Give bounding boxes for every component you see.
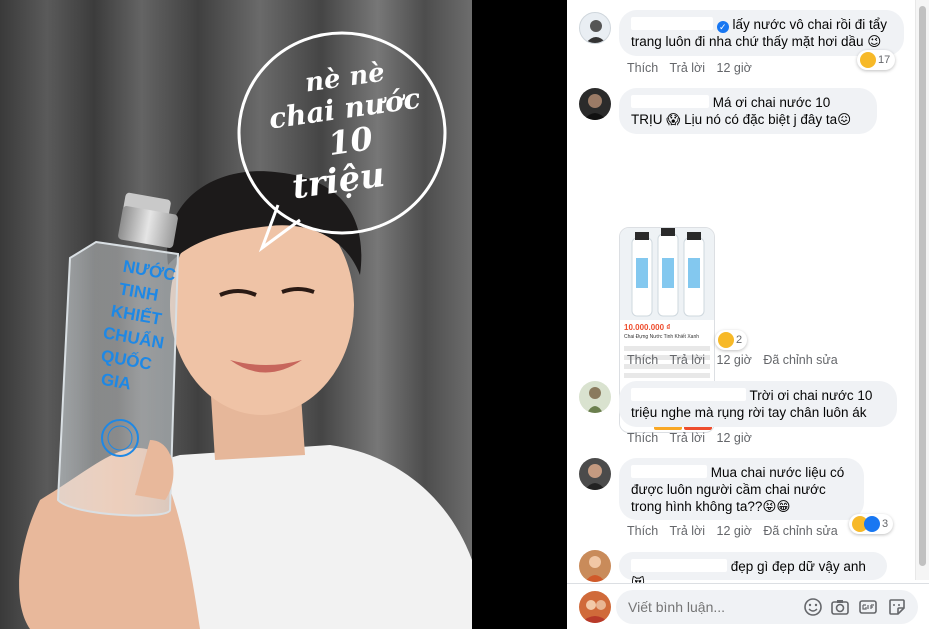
redacted-name bbox=[631, 388, 746, 401]
comment-item: Trời ơi chai nước 10 triệu nghe mà rụng … bbox=[567, 381, 912, 451]
scrollbar-thumb[interactable] bbox=[919, 6, 926, 566]
avatar[interactable] bbox=[579, 12, 611, 44]
comment-bubble: Trời ơi chai nước 10 triệu nghe mà rụng … bbox=[619, 381, 897, 427]
comment-time[interactable]: 12 giờ bbox=[717, 353, 752, 367]
reaction-number: 17 bbox=[878, 54, 891, 66]
comment-actions: Thích Trả lời 12 giờ bbox=[627, 431, 760, 445]
post-photo[interactable]: NƯỚC TINH KHIẾT CHUẨN QUỐC GIA nè nè cha… bbox=[0, 0, 472, 629]
comment-actions: Thích Trả lời 12 giờ Đã chỉnh sửa bbox=[627, 524, 846, 538]
avatar[interactable] bbox=[579, 88, 611, 120]
reaction-number: 2 bbox=[736, 334, 743, 346]
sticker-icon[interactable] bbox=[887, 597, 907, 617]
comment-item: ✓ lấy nước vô chai rồi đi tẩy trang luôn… bbox=[567, 10, 912, 80]
comment-item: Mua chai nước liệu có được luôn người cầ… bbox=[567, 458, 912, 542]
like-link[interactable]: Thích bbox=[627, 61, 658, 75]
haha-icon bbox=[860, 52, 876, 68]
verified-badge-icon: ✓ bbox=[716, 21, 729, 33]
gif-icon[interactable] bbox=[858, 597, 878, 617]
photo-viewer: NƯỚC TINH KHIẾT CHUẨN QUỐC GIA nè nè cha… bbox=[0, 0, 567, 629]
edited-label[interactable]: Đã chỉnh sửa bbox=[763, 524, 837, 538]
comment-bubble: Mua chai nước liệu có được luôn người cầ… bbox=[619, 458, 864, 520]
comment-bubble: đẹp gì đẹp dữ vậy anh 😻 bbox=[619, 552, 887, 591]
avatar[interactable] bbox=[579, 458, 611, 490]
like-link[interactable]: Thích bbox=[627, 431, 658, 445]
avatar[interactable] bbox=[579, 550, 611, 582]
comments-panel: ✓ lấy nước vô chai rồi đi tẩy trang luôn… bbox=[567, 0, 929, 629]
redacted-name bbox=[631, 17, 713, 30]
comment-actions: Thích Trả lời 12 giờ bbox=[627, 61, 760, 75]
like-icon bbox=[864, 516, 880, 532]
redacted-name bbox=[631, 559, 727, 572]
redacted-name bbox=[631, 465, 707, 478]
photo-illustration: NƯỚC TINH KHIẾT CHUẨN QUỐC GIA nè nè cha… bbox=[0, 0, 472, 629]
comment-time[interactable]: 12 giờ bbox=[717, 524, 752, 538]
haha-icon bbox=[718, 332, 734, 348]
reaction-number: 3 bbox=[882, 518, 889, 530]
emoji-icon[interactable] bbox=[803, 597, 823, 617]
comment-time[interactable]: 12 giờ bbox=[717, 431, 752, 445]
current-user-avatar[interactable] bbox=[579, 591, 611, 623]
comment-bubble: ✓ lấy nước vô chai rồi đi tẩy trang luôn… bbox=[619, 10, 904, 56]
comment-item: đẹp gì đẹp dữ vậy anh 😻 bbox=[567, 550, 912, 591]
reply-link[interactable]: Trả lời bbox=[670, 61, 706, 75]
avatar[interactable] bbox=[579, 381, 611, 413]
comment-composer bbox=[567, 583, 929, 629]
camera-icon[interactable] bbox=[830, 597, 850, 617]
product-price: 10.000.000 ₫ bbox=[624, 323, 671, 332]
comment-time[interactable]: 12 giờ bbox=[717, 61, 752, 75]
reaction-count[interactable]: 2 bbox=[715, 330, 748, 350]
reaction-count[interactable]: 17 bbox=[857, 50, 896, 70]
comment-actions: Thích Trả lời 12 giờ Đã chỉnh sửa bbox=[627, 353, 846, 367]
product-name: Chai Đựng Nước Tinh Khiết Xanh bbox=[624, 334, 700, 340]
reply-link[interactable]: Trả lời bbox=[670, 524, 706, 538]
reaction-count[interactable]: 3 bbox=[849, 514, 894, 534]
comment-item: Má ơi chai nước 10 TRỊU 😱 Lịu nó có đặc … bbox=[567, 88, 912, 433]
comments-scrollbar[interactable] bbox=[915, 0, 929, 580]
reply-link[interactable]: Trả lời bbox=[670, 431, 706, 445]
like-link[interactable]: Thích bbox=[627, 524, 658, 538]
redacted-name bbox=[631, 95, 709, 108]
reply-link[interactable]: Trả lời bbox=[670, 353, 706, 367]
like-link[interactable]: Thích bbox=[627, 353, 658, 367]
edited-label[interactable]: Đã chỉnh sửa bbox=[763, 353, 837, 367]
product-photo bbox=[620, 228, 714, 320]
comment-bubble: Má ơi chai nước 10 TRỊU 😱 Lịu nó có đặc … bbox=[619, 88, 877, 134]
